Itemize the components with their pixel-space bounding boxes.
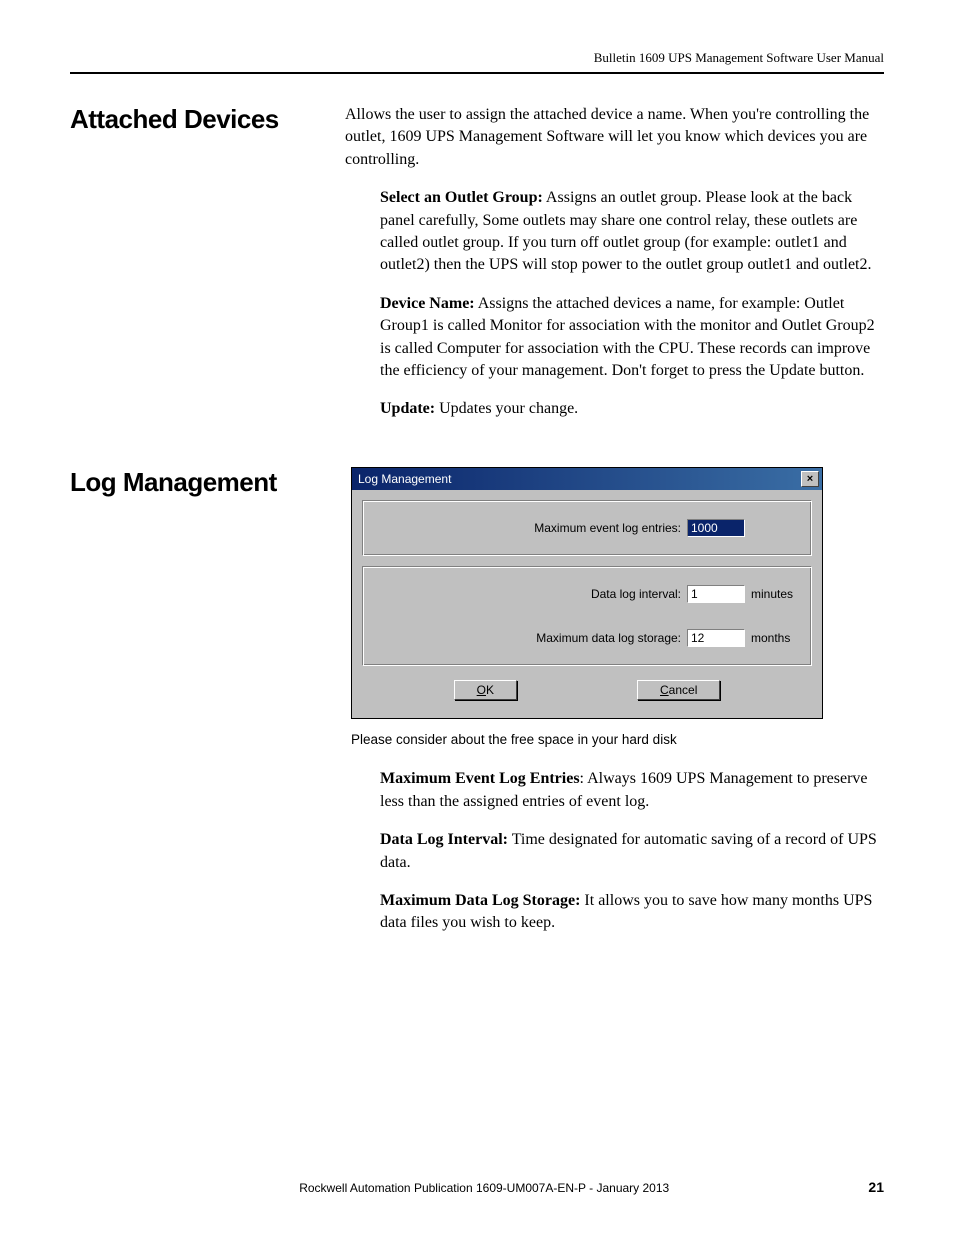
ok-button[interactable]: OK	[454, 680, 517, 700]
page-number: 21	[868, 1179, 884, 1195]
definition-item: Device Name: Assigns the attached device…	[380, 293, 884, 383]
cancel-button[interactable]: Cancel	[637, 680, 720, 700]
definition-lead: Device Name:	[380, 295, 475, 312]
max-data-storage-label: Maximum data log storage:	[536, 630, 681, 647]
definition-lead: Maximum Data Log Storage:	[380, 892, 580, 909]
definition-lead: Update:	[380, 400, 435, 417]
max-event-log-input[interactable]	[687, 519, 745, 537]
max-data-storage-input[interactable]	[687, 629, 745, 647]
log-management-dialog: Log Management × Maximum event log entri…	[351, 467, 823, 720]
data-log-interval-unit: minutes	[751, 586, 797, 603]
intro-paragraph: Allows the user to assign the attached d…	[345, 104, 884, 171]
definition-item: Select an Outlet Group: Assigns an outle…	[380, 187, 884, 277]
max-data-storage-unit: months	[751, 630, 797, 647]
dialog-caption: Please consider about the free space in …	[351, 731, 884, 750]
dialog-title: Log Management	[358, 471, 451, 488]
definition-item: Update: Updates your change.	[380, 398, 884, 420]
definition-text: Updates your change.	[435, 400, 578, 417]
section-heading-log-management: Log Management	[70, 467, 345, 498]
running-head: Bulletin 1609 UPS Management Software Us…	[70, 50, 884, 74]
dialog-title-bar: Log Management ×	[352, 468, 822, 491]
definition-lead: Data Log Interval:	[380, 831, 508, 848]
dialog-panel-data-log: Data log interval: minutes Maximum data …	[362, 566, 812, 666]
definition-item: Data Log Interval: Time designated for a…	[380, 829, 884, 874]
close-icon[interactable]: ×	[801, 471, 819, 487]
data-log-interval-input[interactable]	[687, 585, 745, 603]
max-event-log-label: Maximum event log entries:	[534, 520, 681, 537]
dialog-panel-event-log: Maximum event log entries:	[362, 500, 812, 556]
section-heading-attached-devices: Attached Devices	[70, 104, 345, 135]
definition-item: Maximum Data Log Storage: It allows you …	[380, 890, 884, 935]
definition-item: Maximum Event Log Entries: Always 1609 U…	[380, 768, 884, 813]
footer-publication: Rockwell Automation Publication 1609-UM0…	[299, 1181, 669, 1195]
definition-lead: Maximum Event Log Entries	[380, 770, 580, 787]
definition-lead: Select an Outlet Group:	[380, 189, 543, 206]
data-log-interval-label: Data log interval:	[591, 586, 681, 603]
